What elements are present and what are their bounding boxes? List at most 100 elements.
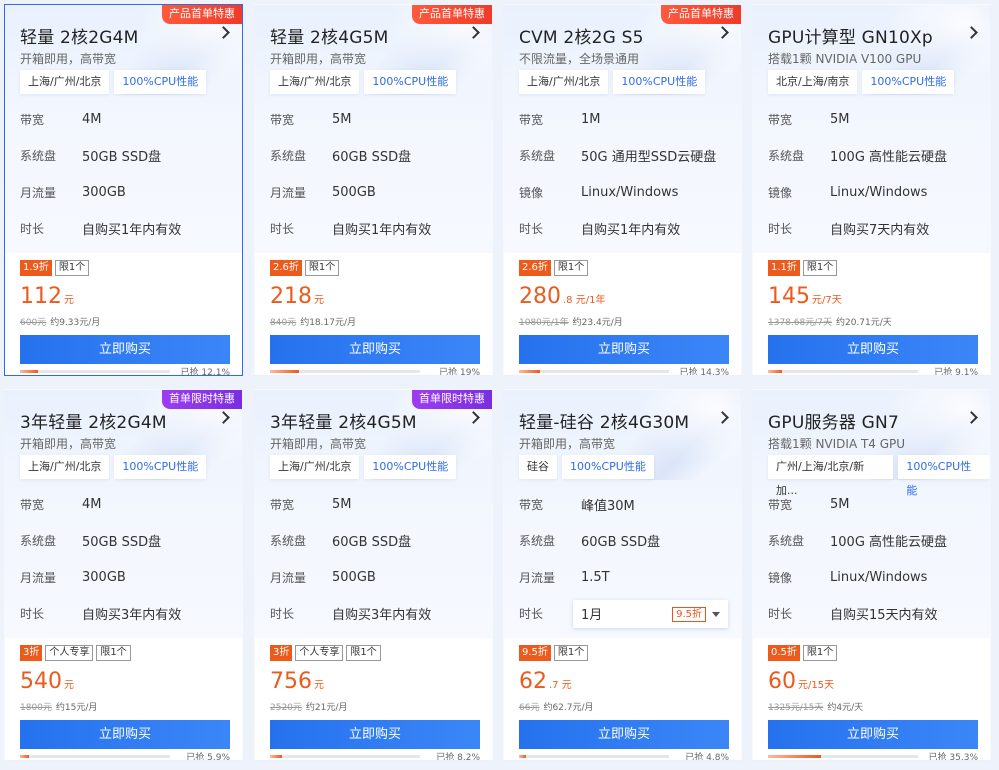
chevron-right-icon[interactable] <box>467 26 480 39</box>
spec-row: 带宽 4M <box>20 486 230 523</box>
product-card[interactable]: 产品首单特惠 CVM 2核2G S5 不限流量，全场景通用 上海/广州/北京 100%C… <box>503 4 742 376</box>
spec-row: 带宽 4M <box>20 101 230 138</box>
product-title[interactable]: 轻量-硅谷 2核4G30M <box>519 408 689 433</box>
product-title[interactable]: 轻量 2核4G5M <box>270 23 389 48</box>
product-card[interactable]: 产品首单特惠 轻量 2核2G4M 开箱即用，高带宽 上海/广州/北京 100%CPU性能… <box>4 4 243 376</box>
product-card[interactable]: GPU服务器 GN7 搭载1颗 NVIDIA T4 GPU 广州/上海/北京/新加.… <box>752 389 991 761</box>
cpu-chip: 100%CPU性能 <box>862 70 955 94</box>
chevron-right-icon[interactable] <box>716 26 729 39</box>
limit-badge: 限1个 <box>304 260 340 276</box>
feature-chips: 硅谷 100%CPU性能 <box>519 455 654 479</box>
spec-list: 带宽 5M 系统盘 100G 高性能云硬盘 镜像 Linux/Windows 时长 自购买7天… <box>768 101 978 247</box>
spec-label: 带宽 <box>20 112 45 127</box>
spec-row: 时长 自购买3年内有效 <box>20 596 230 633</box>
spec-list: 带宽 4M 系统盘 50GB SSD盘 月流量 300GB 时长 自购买1年内有效 <box>20 101 230 247</box>
buy-now-button[interactable]: 立即购买 <box>270 335 480 364</box>
chevron-right-icon[interactable] <box>965 26 978 39</box>
badge-row: 1.9折 限1个 <box>20 260 90 276</box>
product-title[interactable]: GPU计算型 GN10Xp <box>768 23 933 48</box>
price-unit: 元/15天 <box>798 680 835 691</box>
chevron-right-icon[interactable] <box>965 411 978 424</box>
product-title[interactable]: 3年轻量 2核2G4M <box>20 408 167 433</box>
buy-now-button[interactable]: 立即购买 <box>768 720 978 749</box>
spec-value: 5M <box>830 111 850 127</box>
spec-label: 带宽 <box>270 112 295 127</box>
badge-row: 1.1折 限1个 <box>768 260 838 276</box>
product-subtitle: 开箱即用，高带宽 <box>20 52 117 66</box>
spec-row: 时长 自购买1年内有效 <box>519 211 729 248</box>
spec-list: 带宽 5M 系统盘 100G 高性能云硬盘 镜像 Linux/Windows 时长 自购买15… <box>768 486 978 632</box>
chevron-right-icon[interactable] <box>217 26 230 39</box>
sold-progress-bar <box>519 755 669 758</box>
product-title[interactable]: 轻量 2核2G4M <box>20 23 139 48</box>
feature-chips: 上海/广州/北京 100%CPU性能 <box>270 455 457 479</box>
buy-now-button[interactable]: 立即购买 <box>270 720 480 749</box>
cpu-chip: 100%CPU性能 <box>114 70 207 94</box>
spec-value: 自购买3年内有效 <box>332 608 432 624</box>
sold-progress-bar <box>270 370 420 373</box>
product-subtitle: 开箱即用，高带宽 <box>270 437 367 451</box>
spec-label: 带宽 <box>768 112 793 127</box>
discount-badge: 3折 <box>20 645 43 661</box>
spec-row: 月流量 300GB <box>20 174 230 211</box>
buy-now-button[interactable]: 立即购买 <box>519 335 729 364</box>
product-card[interactable]: 产品首单特惠 轻量 2核4G5M 开箱即用，高带宽 上海/广州/北京 100%CPU性能… <box>254 4 493 376</box>
price-panel: 2.6折 限1个 218 元 840元 约18.17元/月 立即购买 已抢 19% <box>255 253 492 375</box>
chevron-right-icon[interactable] <box>467 411 480 424</box>
spec-label: 时长 <box>768 607 793 622</box>
product-subtitle: 开箱即用，高带宽 <box>20 437 117 451</box>
product-card[interactable]: GPU计算型 GN10Xp 搭载1颗 NVIDIA V100 GPU 北京/上海/南… <box>752 4 991 376</box>
product-title[interactable]: GPU服务器 GN7 <box>768 408 899 433</box>
price-unit: 元 <box>64 680 74 691</box>
duration-select[interactable]: 1月 9.5折 <box>573 599 728 628</box>
price-amount: 280 <box>519 284 561 309</box>
discount-badge: 1.1折 <box>768 260 800 276</box>
limit-badge: 限1个 <box>96 645 131 661</box>
buy-now-button[interactable]: 立即购买 <box>20 335 230 364</box>
price-unit: 元 <box>314 680 324 691</box>
spec-label: 月流量 <box>519 570 556 585</box>
sold-percentage: 已抢 8.2% <box>436 753 480 761</box>
average-price: 约23.4元/月 <box>572 318 623 328</box>
spec-value: 自购买3年内有效 <box>82 608 182 624</box>
product-card[interactable]: 轻量-硅谷 2核4G30M 开箱即用，高带宽 硅谷 100%CPU性能 带宽 峰值30M 系… <box>503 389 742 761</box>
product-title[interactable]: 3年轻量 2核4G5M <box>270 408 417 433</box>
spec-value: 4M <box>82 496 102 512</box>
original-price-row: 1378.68元/7天 约20.71元/天 <box>768 315 892 328</box>
original-price-row: 1800元 约15元/月 <box>20 700 97 713</box>
chevron-right-icon[interactable] <box>716 411 729 424</box>
spec-row: 时长 1月 9.5折 <box>519 596 729 633</box>
buy-now-button[interactable]: 立即购买 <box>768 335 978 364</box>
region-chip: 上海/广州/北京 <box>270 455 360 479</box>
promo-tag: 产品首单特惠 <box>661 5 741 24</box>
feature-chips: 上海/广州/北京 100%CPU性能 <box>20 455 207 479</box>
spec-row: 带宽 5M <box>270 486 480 523</box>
sold-percentage: 已抢 14.3% <box>679 368 729 376</box>
buy-now-button[interactable]: 立即购买 <box>20 720 230 749</box>
product-subtitle: 搭载1颗 NVIDIA T4 GPU <box>768 437 906 451</box>
spec-row: 镜像 Linux/Windows <box>519 174 729 211</box>
spec-row: 带宽 5M <box>768 486 978 523</box>
sold-progress-bar <box>270 755 420 758</box>
promo-tag: 首单限时特惠 <box>412 390 492 409</box>
average-price: 约18.17元/月 <box>300 318 356 328</box>
caret-down-icon[interactable] <box>712 611 720 617</box>
product-card[interactable]: 首单限时特惠 3年轻量 2核2G4M 开箱即用，高带宽 上海/广州/北京 100%CPU… <box>4 389 243 761</box>
product-subtitle: 开箱即用，高带宽 <box>270 52 367 66</box>
buy-now-button[interactable]: 立即购买 <box>519 720 729 749</box>
badge-row: 2.6折 限1个 <box>270 260 340 276</box>
price: 145 元/7天 <box>768 284 842 309</box>
cpu-chip: 100%CPU性能 <box>364 455 457 479</box>
sold-progress-fill <box>20 370 39 373</box>
price-unit: 元 <box>314 295 324 306</box>
spec-label: 带宽 <box>768 497 793 512</box>
sold-percentage: 已抢 35.3% <box>928 753 978 761</box>
sold-progress-fill <box>519 755 527 758</box>
spec-label: 系统盘 <box>768 149 805 164</box>
product-title[interactable]: CVM 2核2G S5 <box>519 23 644 48</box>
sold-progress-fill <box>519 370 541 373</box>
product-card[interactable]: 首单限时特惠 3年轻量 2核4G5M 开箱即用，高带宽上海/广州/北京 100%CPU… <box>254 389 493 761</box>
product-subtitle: 搭载1颗 NVIDIA V100 GPU <box>768 52 922 66</box>
spec-row: 带宽 5M <box>270 101 480 138</box>
chevron-right-icon[interactable] <box>217 411 230 424</box>
